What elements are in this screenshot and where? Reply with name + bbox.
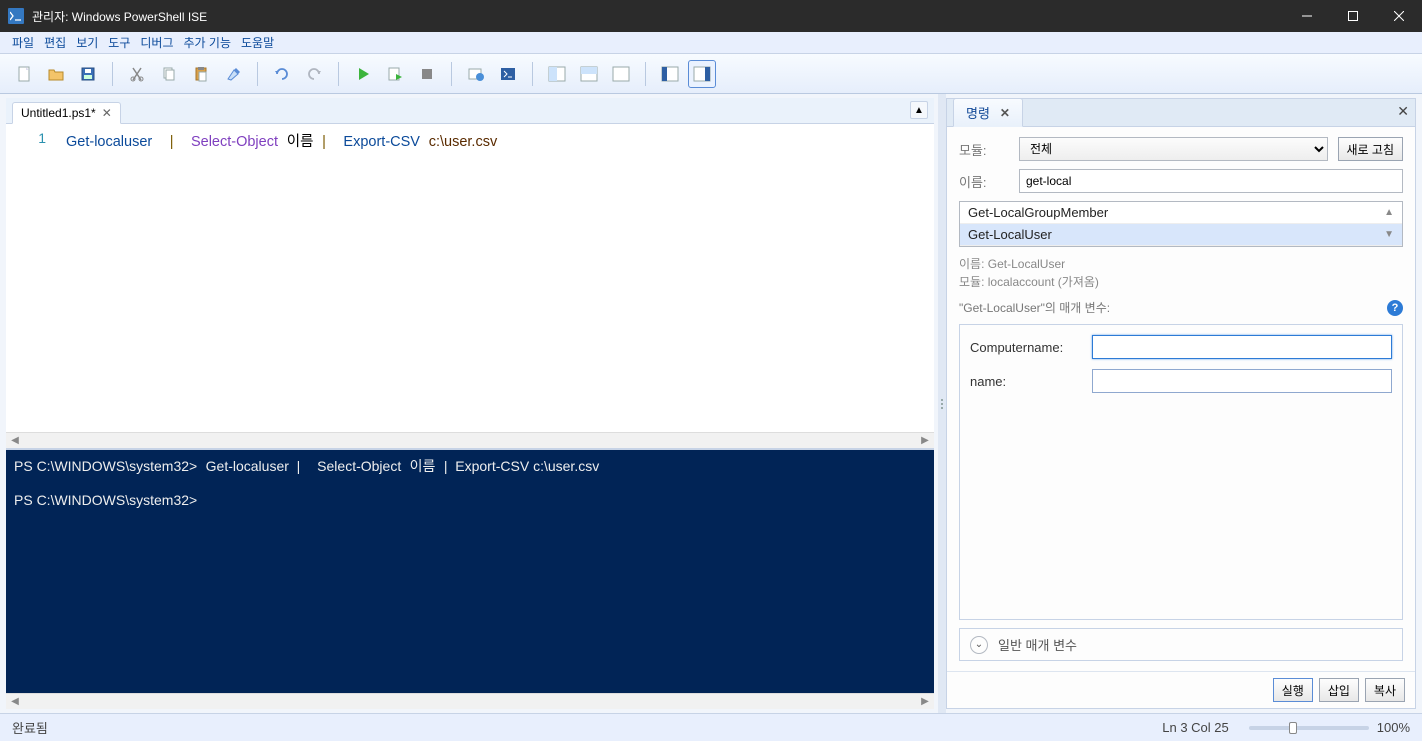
- window-title: 관리자: Windows PowerShell ISE: [32, 8, 1284, 25]
- run-script-icon[interactable]: [349, 60, 377, 88]
- name-input[interactable]: [1019, 169, 1403, 193]
- run-button[interactable]: 실행: [1273, 678, 1313, 702]
- refresh-button[interactable]: 새로 고침: [1338, 137, 1404, 161]
- zoom-control[interactable]: 100%: [1249, 720, 1410, 735]
- console-pane[interactable]: PS C:\WINDOWS\system32> Get-localuser | …: [6, 448, 934, 693]
- editor-tabrow: Untitled1.ps1* ✕ ▲: [6, 98, 934, 124]
- paste-icon[interactable]: [187, 60, 215, 88]
- list-item[interactable]: Get-LocalGroupMember▲: [960, 202, 1402, 224]
- menubar: 파일 편집 보기 도구 디버그 추가 기능 도움말: [0, 32, 1422, 54]
- param-label-name: name:: [970, 374, 1080, 389]
- tab-label: Untitled1.ps1*: [21, 106, 96, 120]
- app-icon: [8, 8, 24, 24]
- show-script-icon[interactable]: [656, 60, 684, 88]
- save-icon[interactable]: [74, 60, 102, 88]
- panel-tab-close-icon[interactable]: ✕: [1000, 106, 1010, 120]
- help-icon[interactable]: ?: [1387, 300, 1403, 316]
- splitter[interactable]: [938, 94, 946, 713]
- powershell-tab-icon[interactable]: [494, 60, 522, 88]
- menu-file[interactable]: 파일: [8, 32, 38, 53]
- insert-button[interactable]: 삽입: [1319, 678, 1359, 702]
- commands-panel: 명령 ✕ ✕ 모듈: 전체 새로 고침 이름: Get-LocalGroupMe…: [946, 98, 1416, 709]
- console-hscroll[interactable]: ◀▶: [6, 693, 934, 709]
- menu-edit[interactable]: 편집: [40, 32, 70, 53]
- param-input-name[interactable]: [1092, 369, 1392, 393]
- code-area[interactable]: Get-localuser | Select-Object 이름 | Expor…: [56, 124, 934, 432]
- module-select[interactable]: 전체: [1019, 137, 1328, 161]
- collapse-editor-icon[interactable]: ▲: [910, 101, 928, 119]
- undo-icon[interactable]: [268, 60, 296, 88]
- script-editor[interactable]: 1 Get-localuser | Select-Object 이름 | Exp…: [6, 124, 934, 432]
- cut-icon[interactable]: [123, 60, 151, 88]
- titlebar: 관리자: Windows PowerShell ISE: [0, 0, 1422, 32]
- clear-icon[interactable]: [219, 60, 247, 88]
- close-button[interactable]: [1376, 0, 1422, 32]
- chevron-down-icon: ⌄: [970, 636, 988, 654]
- tab-untitled1[interactable]: Untitled1.ps1* ✕: [12, 102, 121, 124]
- statusbar: 완료됨 Ln 3 Col 25 100%: [0, 713, 1422, 741]
- toolbar: [0, 54, 1422, 94]
- line-gutter: 1: [6, 124, 56, 432]
- tab-close-icon[interactable]: ✕: [102, 106, 112, 120]
- new-file-icon[interactable]: [10, 60, 38, 88]
- stop-icon[interactable]: [413, 60, 441, 88]
- menu-addons[interactable]: 추가 기능: [180, 32, 236, 53]
- menu-view[interactable]: 보기: [72, 32, 102, 53]
- layout-max-icon[interactable]: [607, 60, 635, 88]
- editor-hscroll[interactable]: ◀▶: [6, 432, 934, 448]
- param-label-computername: Computername:: [970, 340, 1080, 355]
- params-box: Computername: name:: [959, 324, 1403, 620]
- name-label: 이름:: [959, 172, 1009, 191]
- menu-debug[interactable]: 디버그: [136, 32, 177, 53]
- panel-tab-commands[interactable]: 명령 ✕: [953, 98, 1023, 127]
- list-item[interactable]: Get-LocalUser▼: [960, 224, 1402, 246]
- run-selection-icon[interactable]: [381, 60, 409, 88]
- common-params-expander[interactable]: ⌄ 일반 매개 변수: [959, 628, 1403, 661]
- open-file-icon[interactable]: [42, 60, 70, 88]
- menu-tools[interactable]: 도구: [104, 32, 134, 53]
- minimize-button[interactable]: [1284, 0, 1330, 32]
- layout-top-icon[interactable]: [575, 60, 603, 88]
- params-title: "Get-LocalUser"의 매개 변수:: [959, 299, 1110, 316]
- show-command-icon[interactable]: [688, 60, 716, 88]
- command-detail: 이름: Get-LocalUser 모듈: localaccount (가져옴): [959, 255, 1403, 291]
- module-label: 모듈:: [959, 140, 1009, 159]
- new-remote-tab-icon[interactable]: [462, 60, 490, 88]
- status-text: 완료됨: [12, 718, 48, 737]
- redo-icon[interactable]: [300, 60, 328, 88]
- param-input-computername[interactable]: [1092, 335, 1392, 359]
- zoom-value: 100%: [1377, 720, 1410, 735]
- menu-help[interactable]: 도움말: [237, 32, 278, 53]
- copy-button[interactable]: 복사: [1365, 678, 1405, 702]
- panel-close-icon[interactable]: ✕: [1397, 103, 1409, 120]
- cursor-position: Ln 3 Col 25: [1162, 720, 1229, 735]
- maximize-button[interactable]: [1330, 0, 1376, 32]
- command-results-list[interactable]: Get-LocalGroupMember▲ Get-LocalUser▼: [959, 201, 1403, 247]
- layout-side-icon[interactable]: [543, 60, 571, 88]
- copy-icon[interactable]: [155, 60, 183, 88]
